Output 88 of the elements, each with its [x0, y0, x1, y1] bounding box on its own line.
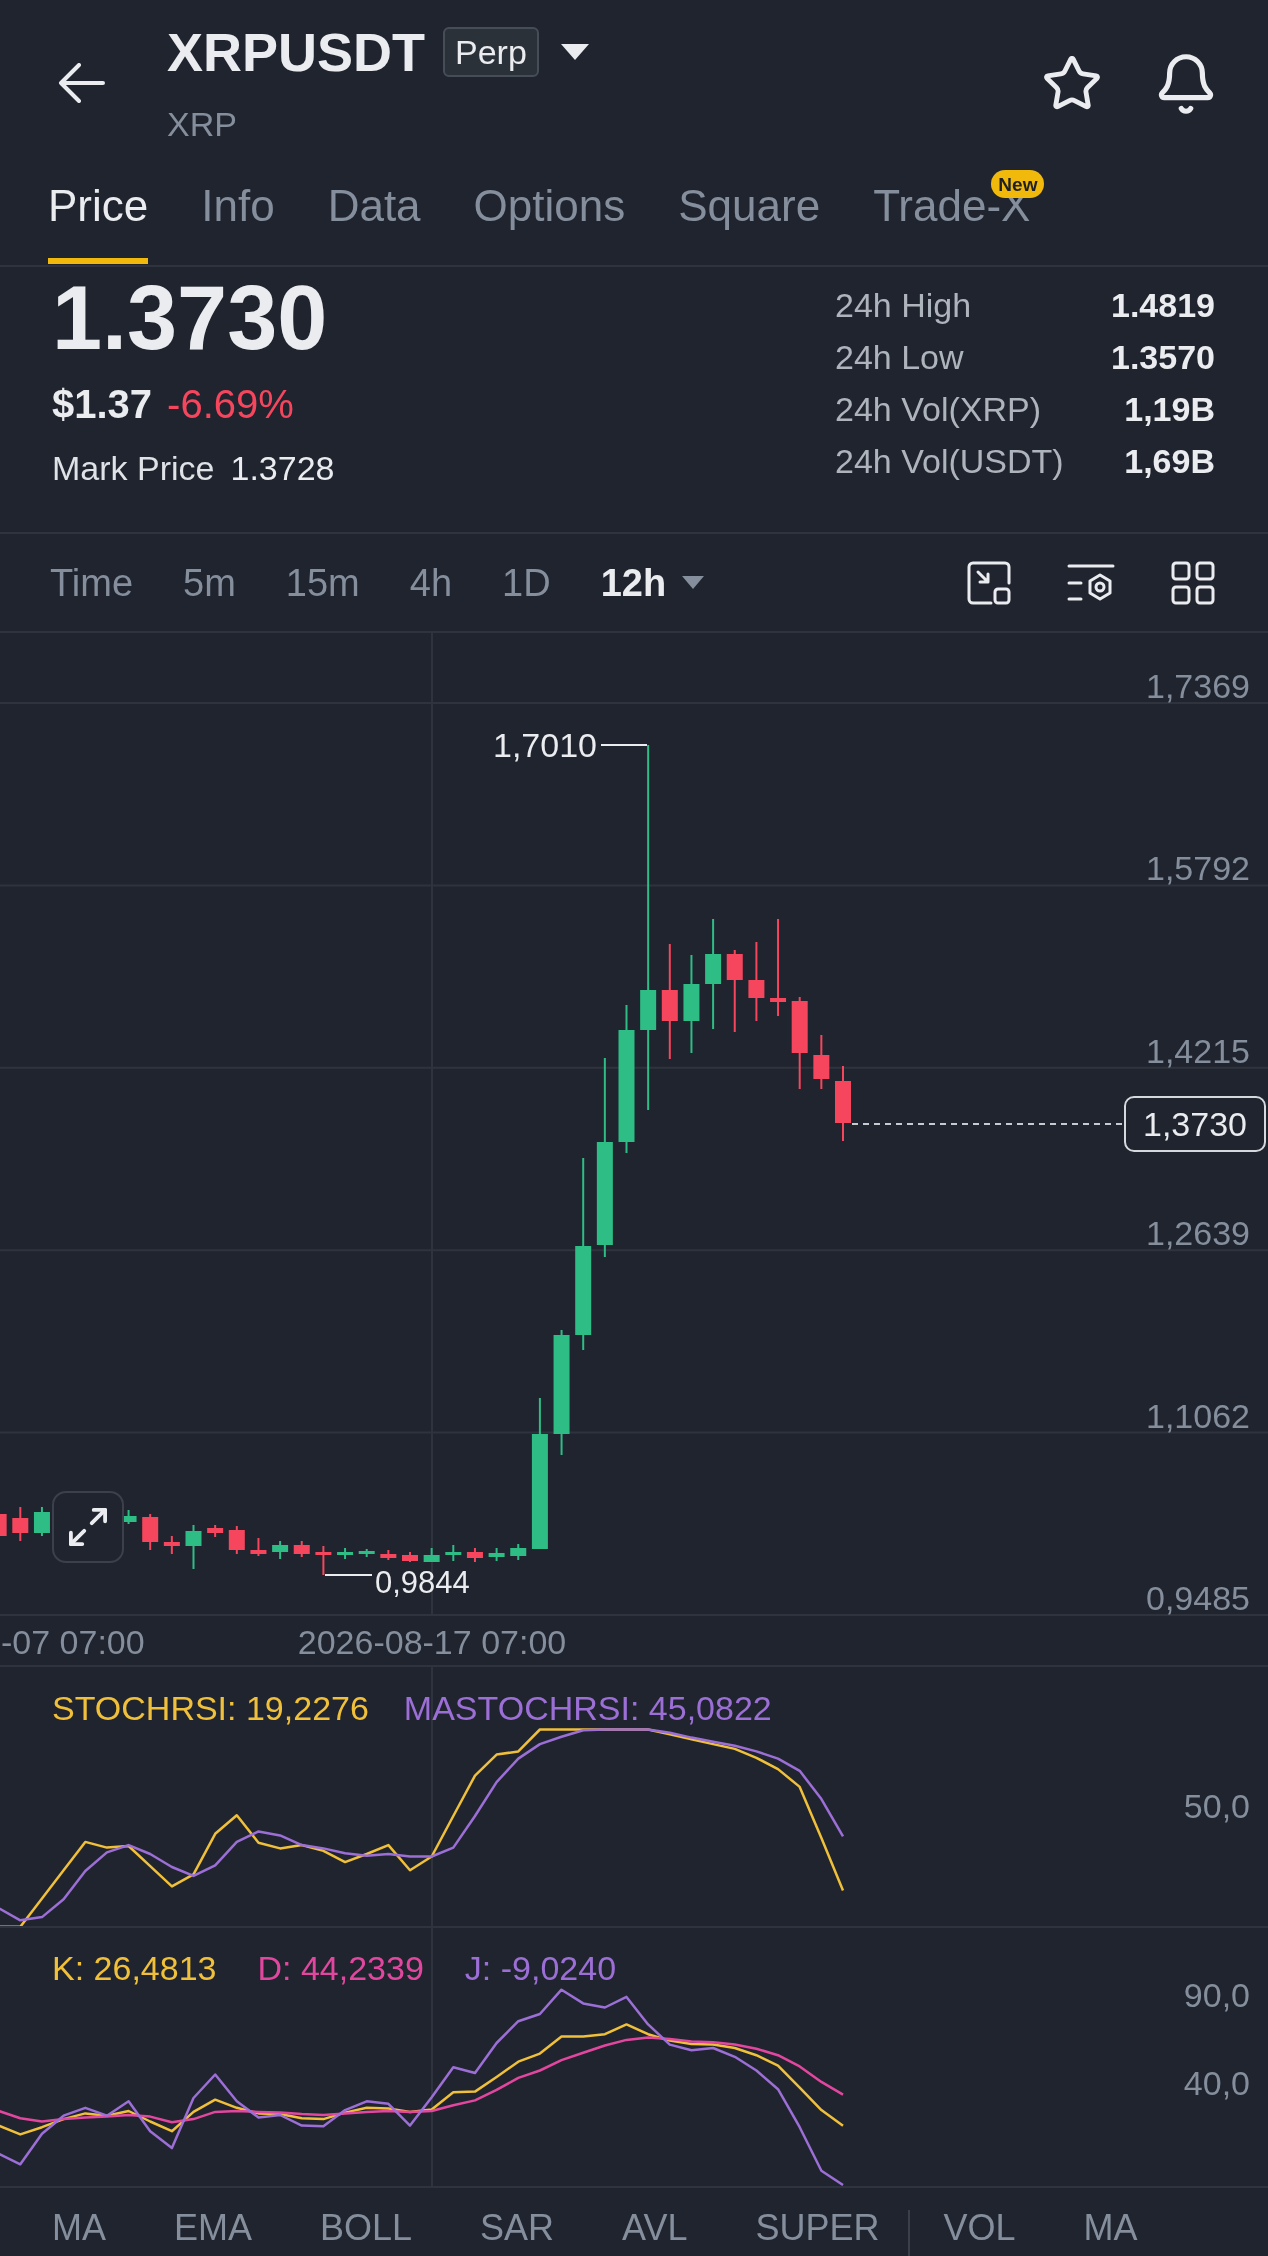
interval-tab[interactable]: 5m [183, 563, 236, 602]
mark-price-label: Mark Price [52, 451, 215, 485]
indicator-option[interactable]: VOL [943, 2210, 1016, 2246]
candle [185, 1524, 202, 1570]
leader-line [600, 744, 648, 746]
hexagon-lines-icon[interactable] [1067, 562, 1115, 603]
usd-price: $1.37 [52, 384, 153, 424]
mark-price-value: 1.3728 [230, 451, 335, 485]
candle [445, 1544, 462, 1562]
indicator-axis-label: 90,0 [1183, 1976, 1250, 2014]
star-icon[interactable] [1044, 56, 1100, 110]
candle [358, 1548, 375, 1558]
candle [228, 1525, 245, 1555]
interval-tab[interactable]: 4h [409, 563, 453, 602]
low-price-label: 0,9844 [375, 1565, 470, 1600]
candle [250, 1537, 267, 1557]
current-price-tag: 1,3730 [1124, 1096, 1266, 1152]
candle [272, 1540, 289, 1560]
candle [423, 1547, 440, 1563]
tab[interactable]: Price [48, 170, 149, 265]
price-axis-label: 1,1062 [1146, 1396, 1250, 1435]
indicator-option[interactable]: EMA [174, 2210, 252, 2246]
stat-label: 24h Low [835, 340, 964, 374]
stat-label: 24h Vol(USDT) [835, 444, 1064, 478]
price-axis-label: 0,9485 [1146, 1579, 1250, 1617]
price-axis-label: 1,7369 [1146, 667, 1250, 705]
interval-tab[interactable]: 15m [285, 563, 360, 602]
candle [315, 1545, 332, 1576]
back-arrow-icon[interactable] [57, 63, 105, 103]
high-price-label: 1,7010 [493, 726, 597, 764]
bell-icon[interactable] [1158, 54, 1214, 114]
price-axis-label: 1,2639 [1146, 1214, 1250, 1253]
expand-button[interactable] [52, 1491, 124, 1563]
price-change: -6.69% [167, 384, 294, 424]
candle [12, 1506, 29, 1542]
grid-icon[interactable] [1171, 560, 1215, 605]
tab[interactable]: Info [201, 170, 275, 265]
indicator-option[interactable]: BOLL [320, 2210, 413, 2246]
new-badge: New [991, 170, 1045, 198]
price-axis-label: 1,5792 [1146, 849, 1250, 888]
indicator-option[interactable]: SAR [480, 2210, 555, 2246]
last-price: 1.3730 [52, 273, 328, 363]
stat-value: 1,19B [1123, 392, 1215, 426]
time-axis-label: 2026-08-17 07:00 [297, 1623, 567, 1661]
leader-line [324, 1574, 373, 1576]
contract-type-badge: Perp [443, 27, 539, 77]
candle [813, 1034, 830, 1090]
price-axis-label: 1,4215 [1146, 1031, 1250, 1070]
arrow-into-box-icon[interactable] [967, 560, 1011, 605]
candle [466, 1547, 483, 1563]
interval-tab[interactable]: 12h [600, 563, 705, 602]
candle [207, 1524, 224, 1538]
indicator-legend: K: 26,4813 [52, 1951, 217, 1985]
pair-title: XRPUSDT [167, 25, 426, 79]
indicator-axis-label: 50,0 [1183, 1787, 1250, 1825]
stat-value: 1,69B [1123, 444, 1215, 478]
candle [380, 1549, 397, 1561]
indicator-option[interactable]: SUPER [755, 2210, 880, 2246]
indicator-legend: STOCHRSI: 19,2276 [52, 1691, 369, 1725]
indicator-option[interactable]: MA [1083, 2210, 1138, 2246]
candle [33, 1506, 50, 1537]
stat-value: 1.4819 [1111, 288, 1215, 322]
stat-value: 1.3570 [1111, 340, 1215, 374]
indicator-option[interactable]: AVL [622, 2210, 688, 2246]
base-asset-label: XRP [167, 107, 237, 141]
indicator-legend: J: -9,0240 [464, 1951, 617, 1985]
indicator-legend: MASTOCHRSI: 45,0822 [403, 1691, 772, 1725]
candle [293, 1540, 310, 1558]
tab[interactable]: Square [678, 170, 821, 265]
stat-label: 24h High [835, 288, 972, 322]
indicator-legend: D: 44,2339 [257, 1951, 424, 1985]
caret-icon[interactable] [560, 44, 589, 60]
indicator-option[interactable]: MA [52, 2210, 106, 2246]
candle [402, 1551, 418, 1563]
candle [0, 1514, 7, 1536]
tab[interactable]: Options [473, 170, 626, 265]
candle [510, 1543, 527, 1561]
interval-tab[interactable]: Time [50, 563, 134, 602]
expand-icon [69, 1508, 107, 1546]
time-axis-label: -07 07:00 [1, 1623, 145, 1661]
candle [488, 1547, 505, 1562]
interval-tab[interactable]: 1D [502, 563, 551, 602]
candle [163, 1535, 180, 1555]
candle [142, 1513, 159, 1551]
stat-label: 24h Vol(XRP) [835, 392, 1041, 426]
candle [337, 1547, 354, 1560]
indicator-axis-label: 40,0 [1183, 2064, 1250, 2102]
tab[interactable]: Data [327, 170, 421, 265]
